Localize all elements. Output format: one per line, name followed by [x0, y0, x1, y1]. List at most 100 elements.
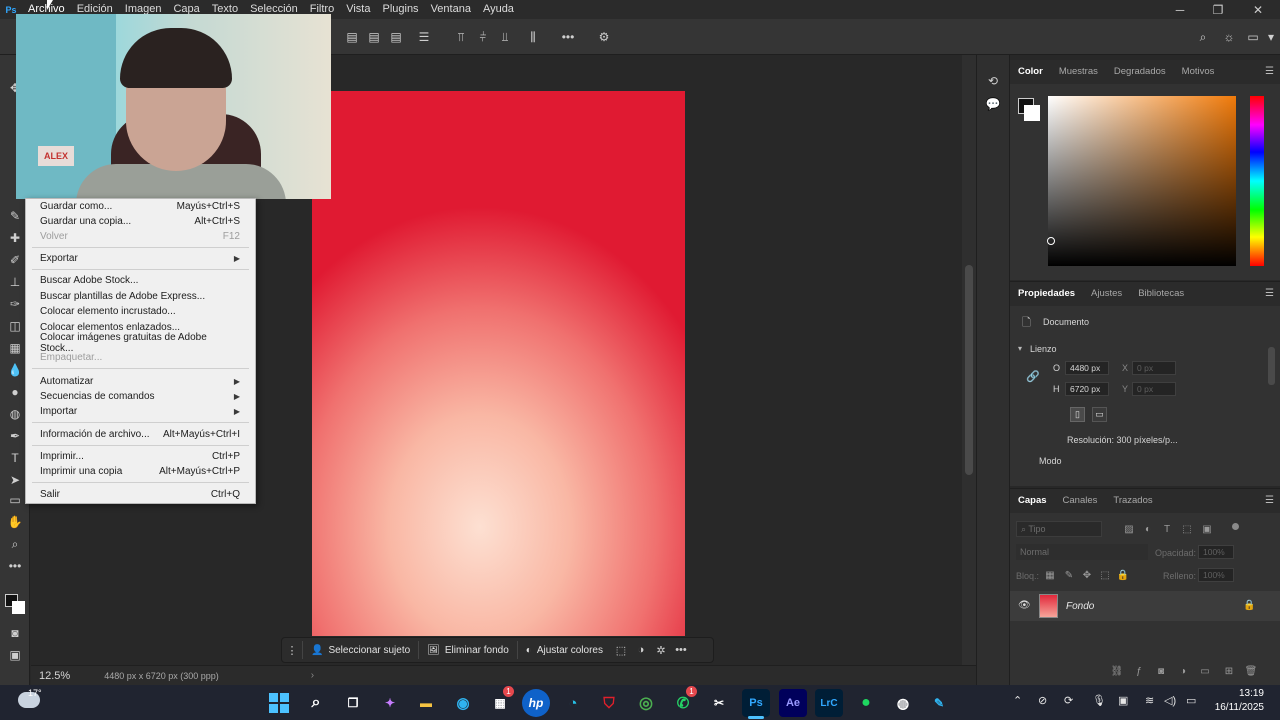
hp-icon[interactable]: hp: [522, 689, 550, 717]
show-hidden-icons-icon[interactable]: ⌃: [1013, 694, 1022, 707]
filter-type-icon[interactable]: T: [1160, 522, 1174, 536]
paint-icon[interactable]: ✎: [925, 689, 953, 717]
tab-libraries[interactable]: Bibliotecas: [1130, 282, 1192, 306]
layer-name[interactable]: Fondo: [1066, 601, 1094, 612]
browser-icon[interactable]: ◔: [559, 689, 587, 717]
type-tool-icon[interactable]: T: [5, 448, 25, 468]
align-middle-icon[interactable]: ⫩: [474, 28, 492, 46]
menu-item-automate[interactable]: Automatizar ▶: [26, 374, 255, 389]
transform-icon[interactable]: ⬚: [611, 644, 631, 657]
menu-item-export[interactable]: Exportar ▶: [26, 251, 255, 266]
menu-item-print[interactable]: Imprimir... Ctrl+P: [26, 449, 255, 464]
lock-transparent-icon[interactable]: ▦: [1043, 568, 1057, 582]
search-icon[interactable]: ⌕: [302, 689, 330, 717]
status-expand-icon[interactable]: ›: [311, 670, 314, 681]
tab-patterns[interactable]: Motivos: [1174, 60, 1223, 84]
battery-icon[interactable]: ▭: [1186, 694, 1196, 707]
filter-toggle[interactable]: [1232, 523, 1239, 530]
tab-properties[interactable]: Propiedades: [1010, 282, 1083, 306]
filter-shape-icon[interactable]: ⬚: [1180, 522, 1194, 536]
y-input[interactable]: 0 px: [1132, 382, 1176, 396]
distribute-vertical-icon[interactable]: ⫼: [524, 28, 542, 46]
lock-position-icon[interactable]: ✥: [1080, 568, 1094, 582]
align-bottom-icon[interactable]: ⫫: [496, 28, 514, 46]
remove-background-button[interactable]: 🖼 Eliminar fondo: [419, 639, 517, 661]
menu-item-save-as[interactable]: Guardar como... Mayús+Ctrl+S: [26, 199, 255, 214]
tab-color[interactable]: Color: [1010, 60, 1051, 84]
rectangle-tool-icon[interactable]: ▭: [5, 490, 25, 510]
clock-time[interactable]: 13:19: [1210, 688, 1264, 699]
tab-channels[interactable]: Canales: [1055, 489, 1106, 513]
align-right-icon[interactable]: ▤: [387, 28, 405, 46]
fill-input[interactable]: 100%: [1198, 568, 1234, 582]
generative-icon[interactable]: ✲: [651, 644, 671, 657]
delete-layer-icon[interactable]: 🗑: [1244, 664, 1258, 678]
discover-light-icon[interactable]: ☼: [1220, 28, 1238, 46]
history-panel-icon[interactable]: ⟲: [984, 72, 1002, 90]
panel-menu-icon[interactable]: ☰: [1265, 495, 1274, 506]
portrait-orientation-icon[interactable]: ▯: [1070, 407, 1085, 422]
filter-adjustment-icon[interactable]: ◐: [1141, 522, 1155, 536]
menu-item-import[interactable]: Importar ▶: [26, 404, 255, 419]
layer-mask-icon[interactable]: ◙: [1154, 664, 1168, 678]
more-actions-icon[interactable]: •••: [671, 644, 691, 656]
distribute-icon[interactable]: ☰: [415, 28, 433, 46]
sponge-tool-icon[interactable]: ◍: [5, 404, 25, 424]
blend-mode-select[interactable]: Normal: [1016, 544, 1148, 560]
zoom-level[interactable]: 12.5%: [39, 670, 70, 682]
filter-smart-object-icon[interactable]: ▣: [1200, 522, 1214, 536]
stamp-tool-icon[interactable]: ⊥: [5, 272, 25, 292]
gradient-tool-icon[interactable]: ▦: [5, 338, 25, 358]
eraser-tool-icon[interactable]: ◫: [5, 316, 25, 336]
select-subject-button[interactable]: 👤 Seleccionar sujeto: [303, 639, 418, 661]
chrome-icon[interactable]: ◎: [632, 689, 660, 717]
tab-swatches[interactable]: Muestras: [1051, 60, 1106, 84]
quick-mask-icon[interactable]: ◙: [5, 623, 25, 643]
menu-item-scripts[interactable]: Secuencias de comandos ▶: [26, 389, 255, 404]
edge-icon[interactable]: ◉: [449, 689, 477, 717]
close-button[interactable]: ✕: [1240, 0, 1276, 19]
microphone-icon[interactable]: 🎙: [1092, 694, 1106, 707]
sync-icon[interactable]: ⟳: [1064, 694, 1073, 707]
screen-mode-icon[interactable]: ▣: [5, 645, 25, 665]
align-center-icon[interactable]: ▤: [365, 28, 383, 46]
width-input[interactable]: 4480 px: [1065, 361, 1109, 375]
network-off-icon[interactable]: ⊘: [1038, 694, 1047, 707]
lightroom-classic-icon[interactable]: LrC: [815, 689, 843, 717]
minimize-button[interactable]: ─: [1162, 0, 1198, 19]
properties-scroll-thumb[interactable]: [1268, 347, 1275, 385]
tab-layers[interactable]: Capas: [1010, 489, 1055, 513]
restore-button[interactable]: ❐: [1200, 0, 1236, 19]
file-explorer-icon[interactable]: ▬: [412, 689, 440, 717]
align-top-icon[interactable]: ⫪: [452, 28, 470, 46]
healing-brush-icon[interactable]: ✚: [5, 228, 25, 248]
visibility-eye-icon[interactable]: 👁: [1018, 600, 1031, 611]
photoshop-taskbar-icon[interactable]: Ps: [742, 689, 770, 717]
vertical-scroll-thumb[interactable]: [965, 265, 973, 475]
gamebar-icon[interactable]: ◍: [889, 689, 917, 717]
path-selection-icon[interactable]: ➤: [5, 470, 25, 490]
align-left-icon[interactable]: ▤: [343, 28, 361, 46]
more-tools-icon[interactable]: •••: [5, 556, 25, 576]
menu-item-search-stock[interactable]: Buscar Adobe Stock...: [26, 273, 255, 288]
workspace-icon[interactable]: ▭: [1244, 28, 1262, 46]
blur-tool-icon[interactable]: 💧: [5, 360, 25, 380]
copilot-icon[interactable]: ✦: [376, 689, 404, 717]
layer-row[interactable]: 👁 Fondo 🔒: [1010, 591, 1280, 621]
tab-paths[interactable]: Trazados: [1105, 489, 1160, 513]
menu-ayuda[interactable]: Ayuda: [477, 0, 520, 19]
new-adjustment-icon[interactable]: ◑: [1176, 664, 1190, 678]
history-brush-icon[interactable]: ✑: [5, 294, 25, 314]
height-input[interactable]: 6720 px: [1065, 382, 1109, 396]
menu-ventana[interactable]: Ventana: [425, 0, 477, 19]
layer-style-icon[interactable]: ƒ: [1132, 664, 1146, 678]
mcafee-icon[interactable]: ⛉: [595, 689, 623, 717]
pen-tool-icon[interactable]: ✒: [5, 426, 25, 446]
after-effects-icon[interactable]: Ae: [779, 689, 807, 717]
menu-item-file-info[interactable]: Información de archivo... Alt+Mayús+Ctrl+…: [26, 427, 255, 442]
menu-item-place-stock-images[interactable]: Colocar imágenes gratuitas de Adobe Stoc…: [26, 332, 255, 354]
menu-item-save-copy[interactable]: Guardar una copia... Alt+Ctrl+S: [26, 214, 255, 229]
menu-item-search-express-templates[interactable]: Buscar plantillas de Adobe Express...: [26, 289, 255, 304]
menu-item-exit[interactable]: Salir Ctrl+Q: [26, 487, 255, 502]
new-layer-icon[interactable]: ⊞: [1222, 664, 1236, 678]
